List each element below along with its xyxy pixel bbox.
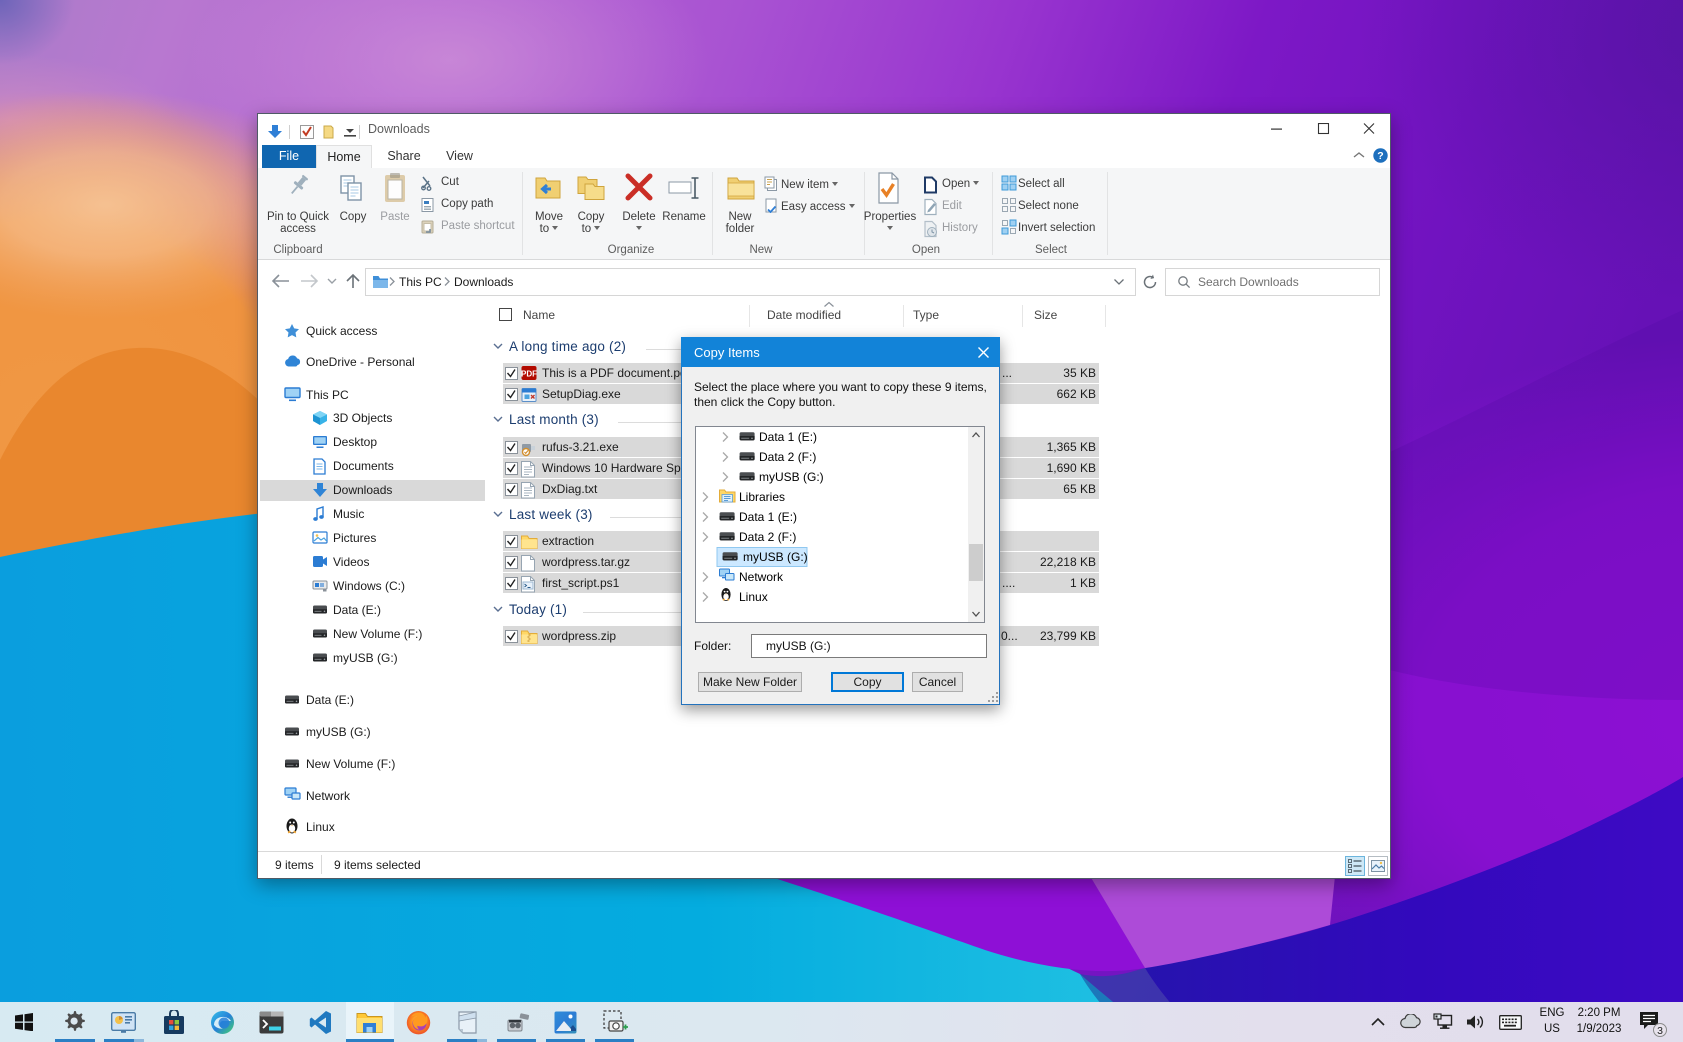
svg-text:?: ? <box>1377 150 1383 162</box>
svg-text:3: 3 <box>1657 1025 1663 1037</box>
svg-text:PDF: PDF <box>521 370 537 379</box>
